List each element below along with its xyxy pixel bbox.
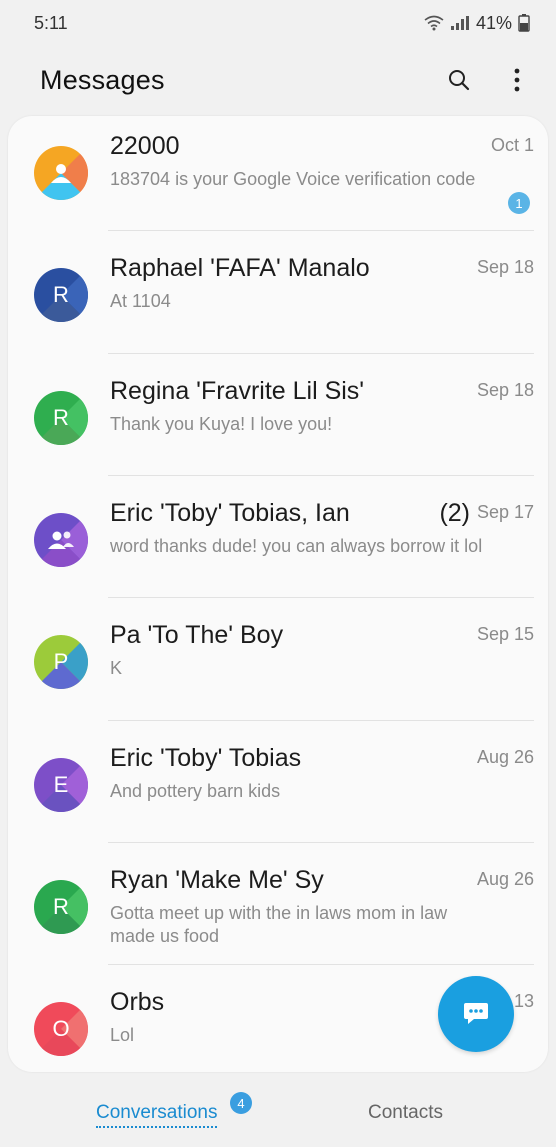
conversation-row[interactable]: P Pa 'To The' Boy Sep 15 K (8, 605, 548, 727)
contact-name: Eric 'Toby' Tobias, Ian (110, 498, 350, 527)
page-title: Messages (40, 64, 165, 95)
contact-name: Pa 'To The' Boy (110, 621, 284, 650)
more-vertical-icon (514, 68, 520, 92)
tab-contacts-label: Contacts (368, 1102, 443, 1123)
conversations-badge: 4 (230, 1092, 252, 1114)
contact-name: Raphael 'FAFA' Manalo (110, 254, 370, 283)
search-button[interactable] (444, 65, 474, 95)
conversation-list: 22000 Oct 1 183704 is your Google Voice ve… (8, 116, 548, 1072)
compose-message-button[interactable] (438, 976, 514, 1052)
message-date: Sep 18 (476, 257, 534, 278)
message-snippet: Thank you Kuya! I love you! (110, 413, 333, 434)
conversation-row[interactable]: R Ryan 'Make Me' Sy Aug 26 Gotta meet up wi… (8, 850, 548, 972)
avatar-letter: O (52, 1016, 70, 1042)
message-snippet: And pottery barn kids (110, 780, 281, 801)
battery-percent: 41% (475, 12, 512, 33)
conversation-row[interactable]: 22000 Oct 1 183704 is your Google Voice ve… (8, 116, 548, 238)
status-time: 5:11 (34, 12, 68, 33)
status-icons: 41% (424, 13, 530, 34)
avatar: R (34, 879, 88, 934)
contact-name: Eric 'Toby' Tobias (110, 743, 302, 772)
header-actions (444, 65, 532, 95)
avatar-letter: R (53, 282, 69, 308)
message-date: Sep 17 (476, 501, 534, 522)
wifi-icon (424, 15, 444, 31)
contact-name: 22000 (110, 132, 180, 160)
message-date: Aug 26 (476, 868, 534, 889)
divider (108, 230, 534, 232)
avatar-letter: E (53, 771, 69, 797)
avatar: E (34, 757, 88, 812)
avatar: P (34, 635, 88, 690)
message-count: (2) (439, 498, 470, 527)
avatar: R (34, 390, 88, 445)
avatar-letter: P (53, 649, 69, 675)
message-date: Aug 26 (476, 746, 534, 767)
message-snippet: 183704 is your Google Voice verification… (110, 169, 476, 189)
tab-conversations[interactable]: Conversations (96, 1102, 218, 1128)
app-header: Messages (0, 46, 556, 114)
message-snippet: Lol (110, 1025, 135, 1046)
message-snippet: At 1104 (110, 291, 171, 312)
group-icon (48, 531, 74, 549)
message-date: Sep 18 (476, 379, 534, 400)
avatar-letter: R (53, 893, 69, 919)
contact-name: Orbs (110, 988, 165, 1017)
search-icon (449, 70, 470, 91)
avatar-letter: R (53, 404, 69, 430)
avatar: R (34, 268, 88, 323)
signal-icon (450, 16, 469, 30)
chat-bubble-icon (464, 1003, 488, 1024)
divider (108, 719, 534, 721)
bottom-nav: Conversations 4 Contacts (0, 1082, 556, 1147)
conversation-row[interactable]: E Eric 'Toby' Tobias Aug 26 And pottery bar… (8, 728, 548, 850)
divider (108, 352, 534, 354)
message-date: Sep 15 (476, 624, 534, 645)
conversation-row[interactable]: R Regina 'Fravrite Lil Sis' Sep 18 Thank yo… (8, 361, 548, 483)
avatar (34, 512, 88, 567)
divider (108, 841, 534, 843)
battery-icon (518, 14, 530, 32)
avatar (34, 146, 88, 200)
contact-name: Regina 'Fravrite Lil Sis' (110, 376, 365, 405)
message-date: 13 (513, 991, 534, 1012)
person-icon (51, 164, 71, 183)
conversation-row[interactable]: Eric 'Toby' Tobias, Ian (2) Sep 17 word tha… (8, 483, 548, 605)
message-snippet: word thanks dude! you can always borrow … (110, 535, 483, 556)
tab-contacts[interactable]: Contacts (368, 1102, 443, 1124)
message-snippet: Gotta meet up with the in laws mom in la… (110, 902, 448, 946)
divider (108, 964, 534, 966)
message-snippet: K (110, 658, 123, 679)
unread-badge: 1 (508, 192, 530, 214)
divider (108, 597, 534, 599)
avatar: O (34, 1002, 88, 1057)
tab-conversations-label: Conversations (96, 1102, 218, 1128)
message-date: Oct 1 (490, 135, 534, 155)
conversation-row[interactable]: R Raphael 'FAFA' Manalo Sep 18 At 1104 (8, 238, 548, 360)
status-bar: 5:11 41% (0, 0, 556, 46)
divider (108, 474, 534, 476)
more-options-button[interactable] (502, 65, 532, 95)
contact-name: Ryan 'Make Me' Sy (110, 865, 324, 894)
